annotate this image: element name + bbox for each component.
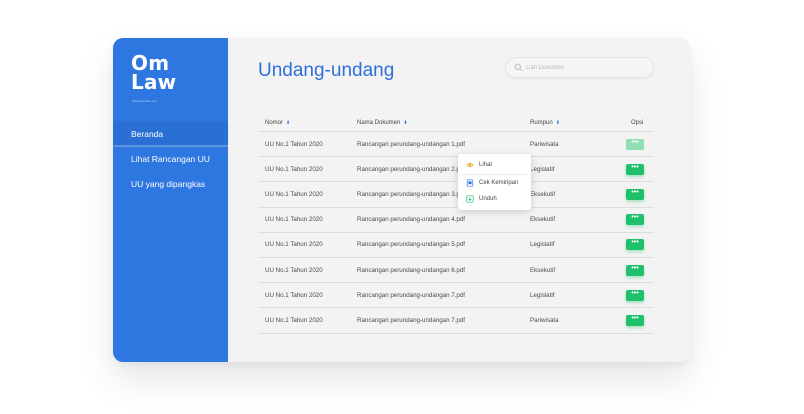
menu-item-lihat[interactable]: Lihat — [458, 157, 531, 174]
sort-icon[interactable]: ⬍ — [286, 120, 290, 126]
menu-item-label: Unduh — [479, 196, 497, 203]
cell-nama-dokumen: Rancangan perundang-undangan 7.pdf — [357, 291, 466, 299]
options-dropdown-menu: Lihat Cek Kemiripan Unduh — [458, 154, 531, 210]
table-row[interactable]: UU No.1 Tahun 2020 Rancangan perundang-un… — [258, 157, 654, 183]
table-row[interactable]: UU No.1 Tahun 2020 Rancangan perundang-un… — [258, 132, 654, 158]
cell-rumpun: Eksekutif — [530, 216, 556, 224]
menu-item-label: Cek Kemiripan — [479, 179, 519, 186]
table-row[interactable]: UU No.1 Tahun 2020 Rancangan perundang-un… — [258, 258, 654, 284]
menu-item-label: Lihat — [479, 162, 493, 169]
options-button[interactable]: ••• — [626, 214, 644, 226]
column-header-label: Rumpun — [530, 119, 553, 126]
app-window: Om Law Aplikasi Omnibus Law Beranda Liha… — [113, 38, 690, 362]
cell-nama-dokumen: Rancangan perundang-undangan 5.pdf — [357, 241, 466, 249]
column-header-opsi: Opsi — [631, 120, 643, 126]
cell-rumpun: Pariwisata — [530, 316, 559, 324]
cell-nama-dokumen: Rancangan perundang-undangan 7.pdf — [357, 316, 466, 324]
column-header-label: Opsi — [631, 119, 644, 126]
cell-rumpun: Legislatif — [530, 241, 555, 249]
table-header: Nomor ⬍ Nama Dokumen ⬍ Rumpun ⬍ Opsi — [258, 114, 654, 132]
options-button[interactable]: ••• — [626, 264, 644, 276]
sidebar-item-lihat-rancangan-uu[interactable]: Lihat Rancangan UU — [113, 147, 228, 172]
cell-rumpun: Eksekutif — [530, 266, 556, 274]
cell-rumpun: Legislatif — [530, 291, 555, 299]
cell-rumpun: Pariwisata — [530, 140, 559, 148]
column-header-rumpun[interactable]: Rumpun ⬍ — [530, 120, 560, 126]
cell-nomor: UU No.1 Tahun 2020 — [265, 190, 323, 198]
table-row[interactable]: UU No.1 Tahun 2020 Rancangan perundang-un… — [258, 208, 654, 233]
table-row[interactable]: UU No.1 Tahun 2020 Rancangan perundang-un… — [258, 182, 654, 208]
logo-line-2: Law — [131, 70, 177, 94]
menu-item-unduh[interactable]: Unduh — [458, 191, 531, 208]
search-input[interactable] — [526, 64, 646, 71]
cell-nomor: UU No.1 Tahun 2020 — [265, 165, 323, 173]
column-header-nomor[interactable]: Nomor ⬍ — [265, 120, 290, 126]
sidebar-nav: Beranda Lihat Rancangan UU UU yang dipan… — [113, 122, 228, 197]
options-button[interactable]: ••• — [626, 289, 644, 301]
cell-nama-dokumen: Rancangan perundang-undangan 3.pdf — [357, 190, 466, 198]
logo[interactable]: Om Law — [131, 53, 177, 94]
cell-nomor: UU No.1 Tahun 2020 — [265, 241, 323, 249]
eye-icon — [466, 163, 474, 168]
sort-icon[interactable]: ⬍ — [556, 120, 560, 126]
cell-rumpun: Eksekutif — [530, 190, 556, 198]
logo-tagline: Aplikasi Omnibus Law — [132, 100, 157, 103]
sort-icon[interactable]: ⬍ — [403, 120, 407, 126]
document-compare-icon — [466, 179, 474, 187]
table-body: UU No.1 Tahun 2020 Rancangan perundang-un… — [258, 132, 654, 334]
options-button[interactable]: ••• — [626, 314, 644, 326]
table-row[interactable]: UU No.1 Tahun 2020 Rancangan perundang-un… — [258, 308, 654, 334]
column-header-nama-dokumen[interactable]: Nama Dokumen ⬍ — [357, 120, 408, 126]
search-icon — [514, 63, 523, 72]
cell-nomor: UU No.1 Tahun 2020 — [265, 291, 323, 299]
cell-nomor: UU No.1 Tahun 2020 — [265, 316, 323, 324]
table-row[interactable]: UU No.1 Tahun 2020 Rancangan perundang-un… — [258, 283, 654, 309]
options-button[interactable]: ••• — [626, 239, 644, 251]
menu-item-cek-kemiripan[interactable]: Cek Kemiripan — [458, 175, 531, 192]
column-header-label: Nomor — [265, 119, 284, 126]
download-icon — [466, 195, 474, 203]
documents-table: Nomor ⬍ Nama Dokumen ⬍ Rumpun ⬍ Opsi UU … — [258, 114, 654, 334]
cell-nama-dokumen: Rancangan perundang-undangan 4.pdf — [357, 216, 466, 224]
cell-nama-dokumen: Rancangan perundang-undangan 2.pdf — [357, 165, 466, 173]
cell-nama-dokumen: Rancangan perundang-undangan 6.pdf — [357, 266, 466, 274]
search-box[interactable] — [505, 57, 654, 78]
sidebar-item-uu-yang-dipangkas[interactable]: UU yang dipangkas — [113, 172, 228, 197]
options-button[interactable]: ••• — [626, 138, 644, 150]
table-row[interactable]: UU No.1 Tahun 2020 Rancangan perundang-un… — [258, 233, 654, 258]
options-button[interactable]: ••• — [626, 163, 644, 175]
cell-nomor: UU No.1 Tahun 2020 — [265, 140, 323, 148]
cell-nama-dokumen: Rancangan perundang-undangan 1.pdf — [357, 140, 466, 148]
options-button[interactable]: ••• — [626, 188, 644, 200]
cell-rumpun: Legislatif — [530, 165, 555, 173]
cell-nomor: UU No.1 Tahun 2020 — [265, 266, 323, 274]
sidebar-item-beranda[interactable]: Beranda — [113, 122, 228, 147]
page-title: Undang-undang — [258, 60, 395, 81]
sidebar: Om Law Aplikasi Omnibus Law Beranda Liha… — [113, 38, 228, 362]
column-header-label: Nama Dokumen — [357, 119, 401, 126]
cell-nomor: UU No.1 Tahun 2020 — [265, 216, 323, 224]
